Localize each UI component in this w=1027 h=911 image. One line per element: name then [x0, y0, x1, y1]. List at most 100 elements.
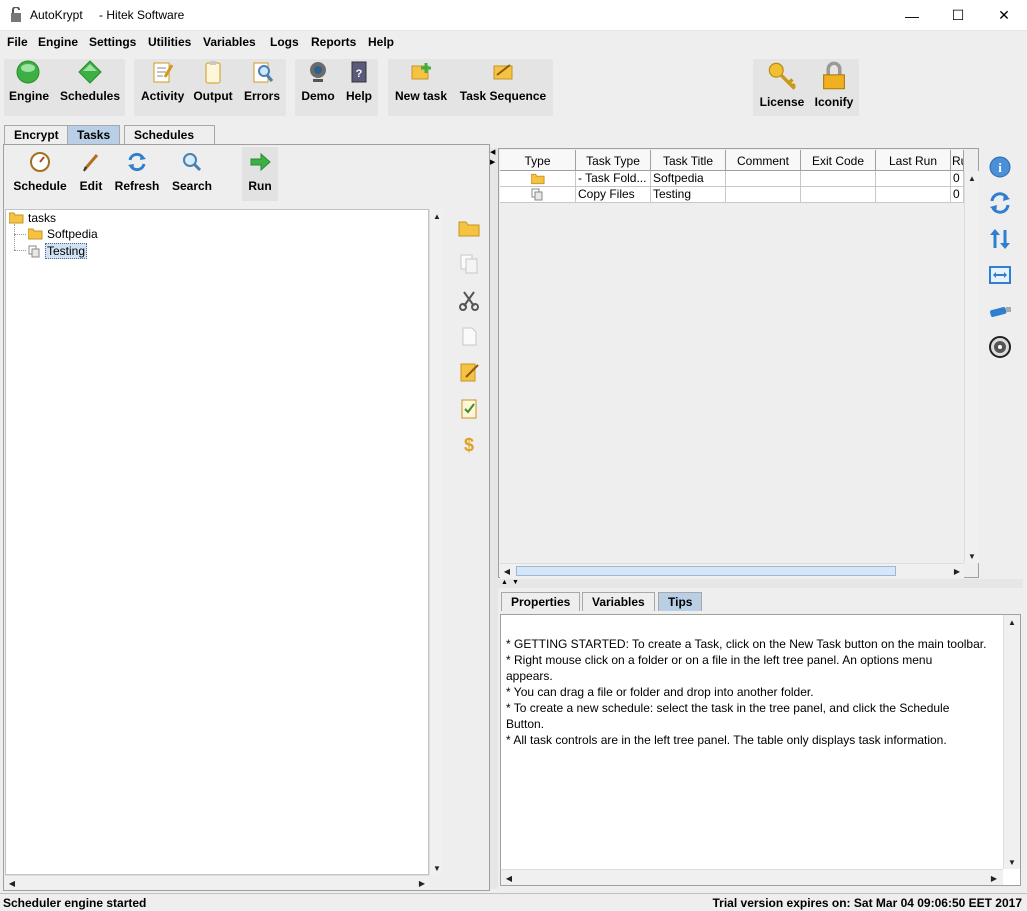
- menu-engine[interactable]: Engine: [38, 35, 78, 49]
- scroll-right-arrow-icon[interactable]: ▶: [950, 564, 964, 578]
- output-button[interactable]: Output: [193, 59, 233, 103]
- table-cell-last-run[interactable]: [876, 187, 951, 203]
- tab-tasks[interactable]: Tasks: [67, 125, 121, 144]
- splitter-up-arrow-icon[interactable]: ▲: [501, 579, 508, 586]
- table-cell-runs[interactable]: 0: [951, 171, 964, 187]
- fit-columns-icon[interactable]: [987, 262, 1013, 288]
- minimize-button[interactable]: —: [889, 0, 935, 31]
- tab-properties[interactable]: Properties: [501, 592, 581, 611]
- cut-scissors-icon[interactable]: [458, 289, 480, 311]
- table-cell-task-type[interactable]: Copy Files: [576, 187, 651, 203]
- activity-button[interactable]: Activity: [141, 59, 184, 103]
- refresh-table-icon[interactable]: [987, 190, 1013, 216]
- tips-panel: * GETTING STARTED: To create a Task, cli…: [500, 614, 1021, 886]
- menu-reports[interactable]: Reports: [311, 35, 356, 49]
- table-cell-comment[interactable]: [726, 187, 801, 203]
- table-cell-task-title[interactable]: Testing: [651, 187, 726, 203]
- checklist-icon[interactable]: [458, 397, 480, 419]
- scroll-right-arrow-icon[interactable]: ▶: [987, 871, 1001, 885]
- tree-horizontal-scrollbar[interactable]: ◀ ▶: [5, 875, 429, 889]
- schedule-button[interactable]: Schedule: [13, 151, 67, 193]
- usb-drive-icon[interactable]: [987, 298, 1013, 324]
- horizontal-scroll-thumb[interactable]: [516, 566, 896, 576]
- info-icon[interactable]: i: [987, 154, 1013, 180]
- table-cell-task-title[interactable]: Softpedia: [651, 171, 726, 187]
- copy-icon[interactable]: [458, 253, 480, 275]
- col-header-task-title[interactable]: Task Title: [651, 150, 726, 171]
- table-cell-task-type[interactable]: - Task Fold...: [576, 171, 651, 187]
- maximize-button[interactable]: ☐: [935, 0, 981, 31]
- sort-arrows-icon[interactable]: [987, 226, 1013, 252]
- tab-schedules[interactable]: Schedules: [124, 125, 215, 144]
- disc-icon[interactable]: [987, 334, 1013, 360]
- menu-help[interactable]: Help: [368, 35, 394, 49]
- menu-variables[interactable]: Variables: [203, 35, 256, 49]
- task-sequence-button[interactable]: Task Sequence: [459, 59, 547, 103]
- horizontal-splitter[interactable]: ▲ ▼: [498, 579, 1023, 588]
- scroll-left-arrow-icon[interactable]: ◀: [502, 871, 516, 885]
- license-button[interactable]: License: [759, 61, 805, 109]
- tab-variables[interactable]: Variables: [582, 592, 655, 611]
- tree-root[interactable]: tasks: [9, 211, 56, 225]
- table-horizontal-scrollbar[interactable]: ◀ ▶: [500, 563, 964, 578]
- engine-button[interactable]: Engine: [9, 59, 49, 103]
- menu-settings[interactable]: Settings: [89, 35, 136, 49]
- refresh-button[interactable]: Refresh: [113, 151, 161, 193]
- scroll-right-arrow-icon[interactable]: ▶: [415, 876, 429, 890]
- table-cell-last-run[interactable]: [876, 171, 951, 187]
- tips-vertical-scrollbar[interactable]: ▲ ▼: [1003, 615, 1020, 869]
- scroll-left-arrow-icon[interactable]: ◀: [5, 876, 19, 890]
- schedules-button[interactable]: Schedules: [60, 59, 120, 103]
- scroll-left-arrow-icon[interactable]: ◀: [500, 564, 514, 578]
- scroll-up-arrow-icon[interactable]: ▲: [1005, 615, 1019, 629]
- tab-encrypt[interactable]: Encrypt: [4, 125, 69, 144]
- col-header-task-type[interactable]: Task Type: [576, 150, 651, 171]
- table-vertical-scrollbar[interactable]: ▲ ▼: [964, 171, 979, 563]
- table-cell-exit-code[interactable]: [801, 187, 876, 203]
- tips-horizontal-scrollbar[interactable]: ◀ ▶: [501, 869, 1003, 885]
- run-button[interactable]: Run: [242, 147, 278, 201]
- menu-file[interactable]: File: [7, 35, 28, 49]
- rename-icon[interactable]: [458, 361, 480, 383]
- col-header-last-run[interactable]: Last Run: [876, 150, 951, 171]
- splitter-down-arrow-icon[interactable]: ▼: [512, 579, 519, 586]
- table-cell-comment[interactable]: [726, 171, 801, 187]
- iconify-button[interactable]: Iconify: [813, 61, 855, 109]
- errors-button[interactable]: Errors: [243, 59, 281, 103]
- dollar-variable-icon[interactable]: $: [458, 433, 480, 455]
- table-cell-runs[interactable]: 0: [951, 187, 964, 203]
- new-task-button[interactable]: New task: [393, 59, 449, 103]
- help-book-icon: ?: [351, 61, 367, 83]
- col-header-runs[interactable]: Ru: [951, 150, 964, 171]
- close-button[interactable]: ✕: [981, 0, 1027, 31]
- col-header-type[interactable]: Type: [500, 150, 576, 171]
- scroll-down-arrow-icon[interactable]: ▼: [1005, 855, 1019, 869]
- demo-button[interactable]: Demo: [301, 59, 335, 103]
- scroll-up-arrow-icon[interactable]: ▲: [965, 171, 979, 185]
- tab-tips[interactable]: Tips: [658, 592, 702, 611]
- menu-logs[interactable]: Logs: [270, 35, 299, 49]
- table-cell-exit-code[interactable]: [801, 171, 876, 187]
- tree-item-softpedia[interactable]: Softpedia: [28, 227, 98, 241]
- tree-vertical-scrollbar[interactable]: ▲ ▼: [429, 209, 443, 875]
- col-header-comment[interactable]: Comment: [726, 150, 801, 171]
- new-folder-icon[interactable]: [458, 217, 480, 239]
- vertical-splitter[interactable]: ◀ ▶: [490, 148, 498, 889]
- tree-toolbar: Schedule Edit Refresh Search Run: [4, 145, 489, 207]
- scroll-down-arrow-icon[interactable]: ▼: [430, 861, 444, 875]
- table-cell-type[interactable]: [500, 187, 576, 203]
- search-button[interactable]: Search: [171, 151, 213, 193]
- expand-arrow-icon[interactable]: ▶: [490, 158, 495, 166]
- table-cell-type[interactable]: [500, 171, 576, 187]
- collapse-arrow-icon[interactable]: ◀: [490, 148, 495, 156]
- tree-item-testing[interactable]: Testing: [28, 243, 88, 259]
- help-button[interactable]: ? Help: [345, 59, 373, 103]
- col-header-exit-code[interactable]: Exit Code: [801, 150, 876, 171]
- scroll-up-arrow-icon[interactable]: ▲: [430, 209, 444, 223]
- paste-icon[interactable]: [458, 325, 480, 347]
- scroll-down-arrow-icon[interactable]: ▼: [965, 549, 979, 563]
- edit-button[interactable]: Edit: [78, 151, 104, 193]
- run-arrow-icon: [250, 152, 271, 172]
- menu-utilities[interactable]: Utilities: [148, 35, 191, 49]
- task-tree[interactable]: tasks Softpedia Testing: [5, 209, 429, 875]
